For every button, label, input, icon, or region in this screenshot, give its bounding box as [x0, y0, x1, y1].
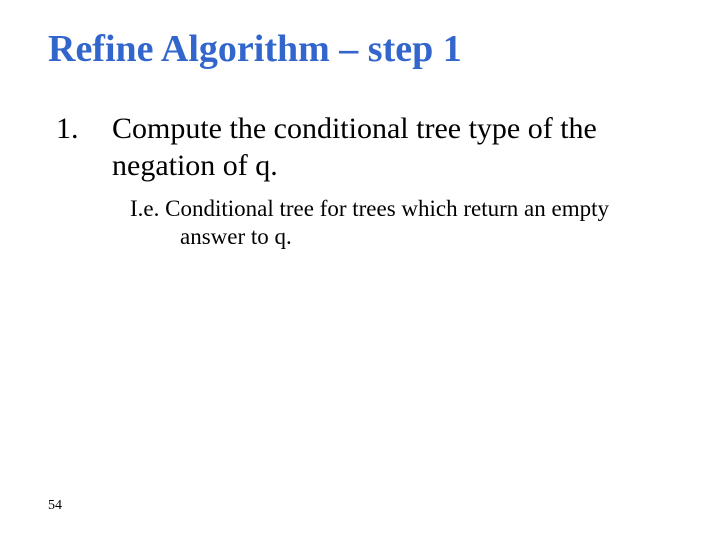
- slide-title: Refine Algorithm – step 1: [48, 28, 672, 72]
- list-item-1: 1. Compute the conditional tree type of …: [56, 110, 672, 185]
- list-note: I.e. Conditional tree for trees which re…: [56, 195, 672, 253]
- list-marker: 1.: [56, 110, 112, 185]
- slide: Refine Algorithm – step 1 1. Compute the…: [0, 0, 720, 540]
- page-number: 54: [48, 498, 62, 514]
- list-note-text: I.e. Conditional tree for trees which re…: [130, 195, 672, 253]
- slide-body: 1. Compute the conditional tree type of …: [48, 110, 672, 253]
- list-text: Compute the conditional tree type of the…: [112, 110, 672, 185]
